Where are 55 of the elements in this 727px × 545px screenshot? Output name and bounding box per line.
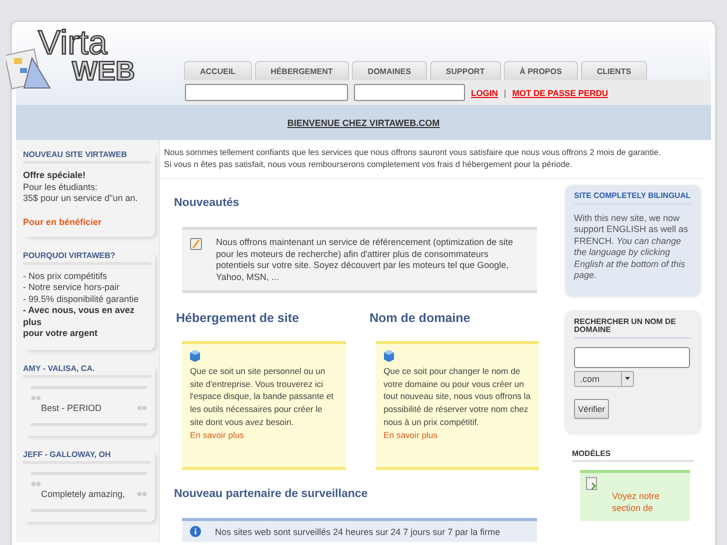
feature-text: Que ce soit pour changer le nom de votre domaine ou pour vous créer un tout nouveau site, nous vous offrons la possibilité de réserver votre nom chez nous à un prix compétitif. En savoir plus: [384, 366, 530, 440]
cube-icon: [384, 350, 394, 362]
intro-text: Nous sommes tellement confiants que les services que nous offrons sauront vous satisfaire que nous vous offrons 2 mois de garantie.: [164, 146, 662, 158]
password-field[interactable]: [354, 84, 465, 101]
sidebar-text: 35$ pour un service d"un an.: [23, 193, 139, 204]
sidebar-title: AMY - VALISA, CA.: [23, 364, 151, 378]
logo-text: WEB: [72, 58, 135, 84]
close-quote-icon: [137, 404, 147, 411]
username-field[interactable]: [185, 84, 348, 101]
sidebar-title: NOUVEAU SITE VIRTAWEB: [23, 150, 151, 164]
read-more-link[interactable]: En savoir plus: [384, 430, 438, 440]
sidebar-text: Pour les étudiants:: [23, 182, 99, 193]
offer-link[interactable]: Pour en bénéficier: [23, 216, 102, 226]
testimonial-text: Best - PERIOD: [40, 402, 102, 412]
section-heading: Nom de domaine: [370, 311, 472, 325]
open-quote-icon: [31, 480, 41, 486]
domain-field[interactable]: [574, 346, 690, 368]
section-heading: Hébergement de site: [176, 311, 300, 325]
lost-password-link[interactable]: MOT DE PASSE PERDU: [512, 88, 608, 98]
read-more-link[interactable]: En savoir plus: [190, 430, 244, 440]
logo-text: Virta: [38, 28, 108, 58]
info-text: Nos sites web sont surveillés 24 heures sur 24 7 jours sur 7 par la firme: [215, 526, 500, 537]
verify-button[interactable]: Vérifier: [574, 398, 609, 418]
news-text: Nous offrons maintenant un service de référencement (optimization de site pour les moteurs de recherche) afin d'attirer plus de consommateurs potentiels sur votre site. Soyez découvert par les moteurs tel que Google, Yahoo, MSN, ...: [216, 237, 514, 283]
nav-tab[interactable]: DOMAINES: [352, 61, 427, 80]
feature-text: Que ce soit un site personnel ou un site d'entreprise. Vous trouverez ici l'espace disque, la bande passante et les outils nécessaires pour créer le site dont vous avez besoin. En savoir plus: [190, 366, 334, 440]
templates-link[interactable]: Voyez notre section de: [586, 490, 684, 514]
sidebar-text: Offre spéciale!: [23, 170, 87, 182]
bilingual-text: With this new site, we now support ENGLISH as well as FRENCH. You can change the language by clicking English at the bottom of this page.: [574, 212, 690, 282]
nav-tab[interactable]: À PROPOS: [504, 61, 578, 80]
nav-tab[interactable]: HÉBERGEMENT: [254, 61, 349, 80]
section-heading: Nouveautés: [174, 197, 240, 209]
open-quote-icon: [31, 394, 41, 400]
caret-icon: [625, 377, 630, 380]
sidebar-text: - Nos prix compétitifs: [23, 270, 108, 282]
sidebar-text: - Notre service hors-pair: [23, 282, 121, 294]
separator: |: [504, 88, 506, 98]
extension-dropdown[interactable]: .com: [574, 370, 634, 386]
sidebar-text: - 99.5% disponibilité garantie: [23, 294, 140, 305]
nav-tab[interactable]: ACCUEIL: [184, 61, 252, 80]
notepad-pencil-icon: [190, 238, 202, 250]
cube-icon: [190, 350, 200, 362]
login-link[interactable]: LOGIN: [471, 88, 498, 98]
sidebar-title: POURQUOI VIRTAWEB?: [23, 250, 151, 264]
intro-text: Si vous n êtes pas satisfait, nous vous rembourserons completement vos frais d hébergement pour la période.: [164, 158, 574, 170]
sidebar-text: pour votre argent: [23, 328, 99, 340]
section-heading: Nouveau partenaire de surveillance: [174, 488, 369, 500]
close-quote-icon: [137, 490, 147, 497]
nav-tab[interactable]: SUPPORT: [430, 61, 501, 80]
nav-tab[interactable]: CLIENTS: [580, 61, 648, 80]
testimonial-text: Completely amazing,: [40, 488, 126, 498]
info-icon: [190, 526, 201, 538]
sidebar-title: JEFF - GALLOWAY, OH: [23, 450, 151, 464]
welcome-link[interactable]: BIENVENUE CHEZ VIRTAWEB.COM: [287, 118, 440, 128]
document-icon: [586, 476, 598, 490]
